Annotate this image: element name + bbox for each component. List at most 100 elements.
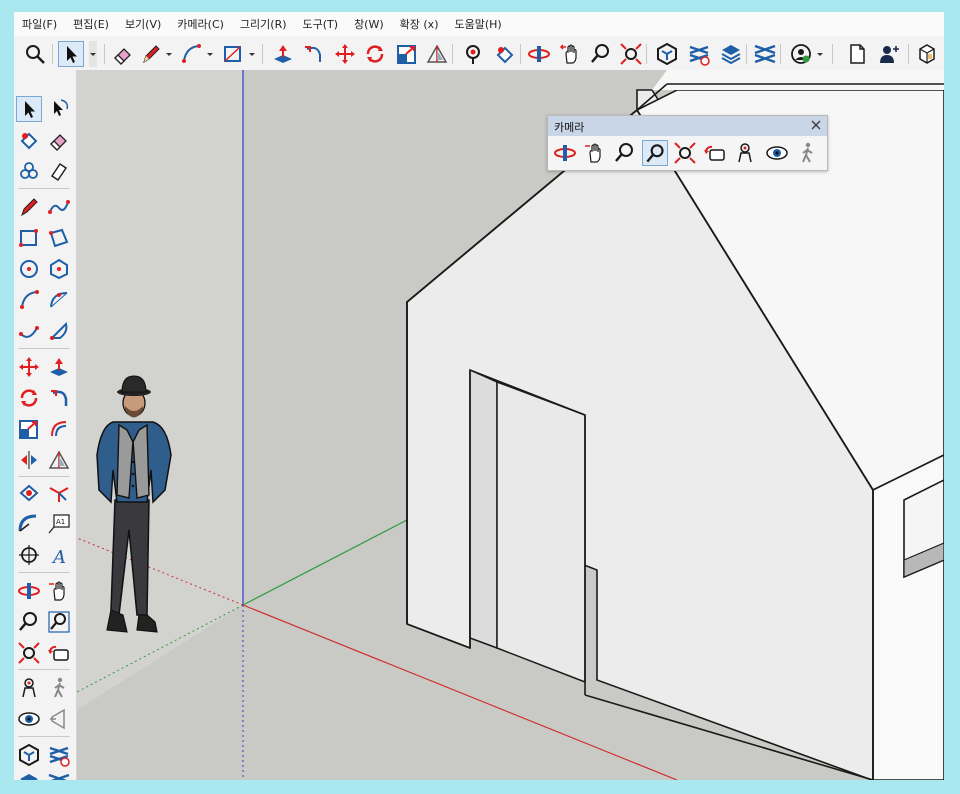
close-icon[interactable] <box>809 118 823 132</box>
walk-icon[interactable] <box>46 675 72 701</box>
3d-warehouse-icon[interactable] <box>654 41 680 67</box>
two-point-arc-icon[interactable] <box>46 287 72 313</box>
menu-window[interactable]: 창(W) <box>346 16 392 32</box>
arc-icon[interactable] <box>16 287 42 313</box>
3d-warehouse-icon[interactable] <box>16 742 42 768</box>
pan-icon[interactable] <box>582 140 608 166</box>
sandbox-icon[interactable] <box>752 41 778 67</box>
tag-eraser-icon[interactable] <box>46 158 72 184</box>
new-document-icon[interactable] <box>844 41 870 67</box>
rectangle-icon[interactable] <box>16 225 42 251</box>
pie-icon[interactable] <box>46 318 72 344</box>
previous-view-icon[interactable] <box>46 640 72 666</box>
orbit-icon[interactable] <box>552 140 578 166</box>
model-info-icon[interactable] <box>914 41 940 67</box>
position-camera-icon[interactable] <box>16 675 42 701</box>
flip-icon[interactable] <box>16 447 42 473</box>
chevron-down-icon[interactable] <box>816 41 824 67</box>
main-toolbar <box>14 36 944 71</box>
eraser-icon[interactable] <box>110 41 136 67</box>
zoom-icon[interactable] <box>16 609 42 635</box>
extension-warehouse-icon[interactable] <box>46 742 72 768</box>
move-icon[interactable] <box>332 41 358 67</box>
layers-icon[interactable] <box>718 41 744 67</box>
sandbox-icon[interactable] <box>46 770 72 780</box>
look-around-icon[interactable] <box>764 140 790 166</box>
chevron-down-icon[interactable] <box>89 41 97 67</box>
make-component-icon[interactable] <box>16 158 42 184</box>
3d-text-icon[interactable]: A <box>46 542 72 568</box>
account-icon[interactable] <box>788 41 814 67</box>
axes-icon[interactable] <box>46 480 72 506</box>
zoom-extents-icon[interactable] <box>16 640 42 666</box>
protractor-icon[interactable] <box>16 511 42 537</box>
walk-icon[interactable] <box>794 140 820 166</box>
menu-draw[interactable]: 그리기(R) <box>232 16 295 32</box>
zoom-window-icon[interactable] <box>46 609 72 635</box>
menu-help[interactable]: 도움말(H) <box>447 16 510 32</box>
chevron-down-icon[interactable] <box>165 41 173 67</box>
chevron-down-icon[interactable] <box>248 41 256 67</box>
arc-icon[interactable] <box>178 41 204 67</box>
select-arrow-icon[interactable] <box>16 96 42 122</box>
scale-icon[interactable] <box>394 41 420 67</box>
scale-icon[interactable] <box>16 416 42 442</box>
zoom-extents-icon[interactable] <box>618 41 644 67</box>
zoom-extents-icon[interactable] <box>672 140 698 166</box>
orbit-icon[interactable] <box>16 578 42 604</box>
previous-view-icon[interactable] <box>702 140 728 166</box>
camera-toolbar-panel[interactable]: 카메라 <box>547 115 828 171</box>
look-around-icon[interactable] <box>16 706 42 732</box>
zoom-icon-2[interactable] <box>588 41 614 67</box>
paint-bucket-icon[interactable] <box>460 41 486 67</box>
zoom-window-icon[interactable] <box>642 140 668 166</box>
orbit-icon[interactable] <box>526 41 552 67</box>
paint-bucket-icon[interactable] <box>16 480 42 506</box>
rotate-icon[interactable] <box>362 41 388 67</box>
chevron-down-icon[interactable] <box>206 41 214 67</box>
extension-warehouse-icon[interactable] <box>686 41 712 67</box>
follow-me-icon[interactable] <box>300 41 326 67</box>
circle-icon[interactable] <box>16 256 42 282</box>
rotate-icon[interactable] <box>16 385 42 411</box>
offset-icon[interactable] <box>46 416 72 442</box>
dimension-icon[interactable] <box>16 542 42 568</box>
tape-measure-icon[interactable] <box>424 41 450 67</box>
lasso-select-icon[interactable] <box>46 96 72 122</box>
add-user-icon[interactable] <box>876 41 902 67</box>
camera-panel-title: 카메라 <box>554 121 585 134</box>
select-arrow-icon[interactable] <box>58 41 84 67</box>
menu-bar: 파일(F) 편집(E) 보기(V) 카메라(C) 그리기(R) 도구(T) 창(… <box>14 12 944 36</box>
rectangle-icon[interactable] <box>220 41 246 67</box>
tape-measure-icon[interactable] <box>46 447 72 473</box>
follow-me-icon[interactable] <box>46 385 72 411</box>
freehand-icon[interactable] <box>46 194 72 220</box>
menu-tools[interactable]: 도구(T) <box>295 16 347 32</box>
paint-bucket-icon[interactable] <box>16 127 42 153</box>
push-pull-icon[interactable] <box>270 41 296 67</box>
model-viewport[interactable]: 카메라 <box>77 70 944 780</box>
section-plane-icon[interactable] <box>46 706 72 732</box>
zoom-icon[interactable] <box>22 41 48 67</box>
menu-extensions[interactable]: 확장 (x) <box>392 16 447 32</box>
menu-file[interactable]: 파일(F) <box>14 16 65 32</box>
menu-view[interactable]: 보기(V) <box>117 16 169 32</box>
menu-edit[interactable]: 편집(E) <box>65 16 117 32</box>
zoom-icon[interactable] <box>612 140 638 166</box>
pan-icon[interactable] <box>558 41 584 67</box>
layers-icon[interactable] <box>16 770 42 780</box>
camera-panel-titlebar[interactable]: 카메라 <box>548 116 827 136</box>
menu-camera[interactable]: 카메라(C) <box>169 16 232 32</box>
pencil-icon[interactable] <box>138 41 164 67</box>
three-point-arc-icon[interactable] <box>16 318 42 344</box>
paint-bucket-alt-icon[interactable] <box>492 41 518 67</box>
pan-icon[interactable] <box>46 578 72 604</box>
push-pull-icon[interactable] <box>46 354 72 380</box>
pencil-icon[interactable] <box>16 194 42 220</box>
move-icon[interactable] <box>16 354 42 380</box>
text-icon[interactable]: A1 <box>46 511 72 537</box>
eraser-icon[interactable] <box>46 127 72 153</box>
polygon-icon[interactable] <box>46 256 72 282</box>
position-camera-icon[interactable] <box>732 140 758 166</box>
rotated-rectangle-icon[interactable] <box>46 225 72 251</box>
